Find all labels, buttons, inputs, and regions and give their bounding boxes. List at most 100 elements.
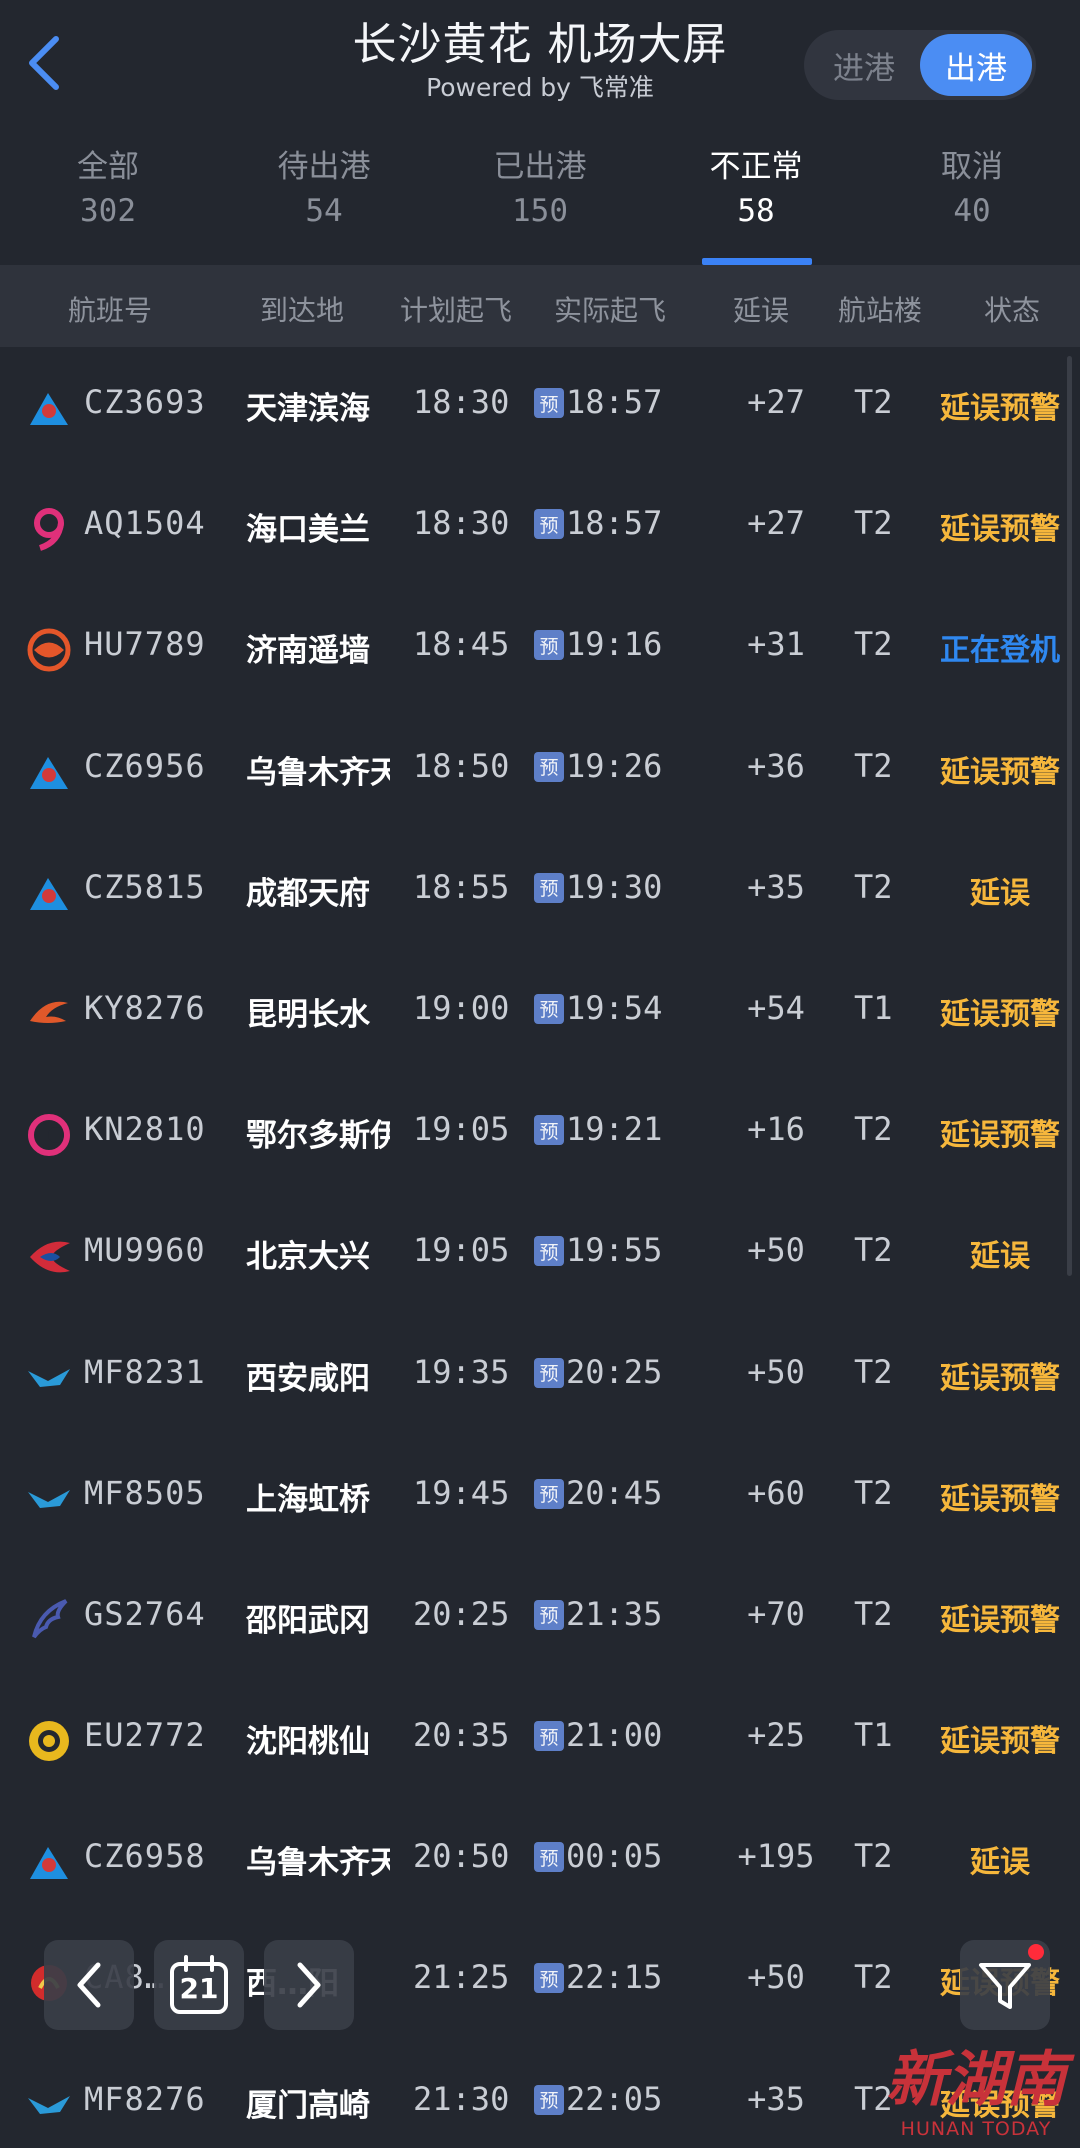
estimated-tag: 预 — [534, 1478, 564, 1509]
flight-number: CZ3693 — [84, 383, 206, 421]
actual-time: 20:25 — [566, 1352, 663, 1391]
tab-count: 150 — [512, 193, 568, 229]
scheduled-time: 18:55 — [413, 867, 510, 906]
estimated-tag: 预 — [534, 2084, 564, 2115]
xiamen-air-logo-icon — [26, 1476, 72, 1522]
terminal: T2 — [854, 625, 893, 664]
destination: 海口美兰 — [246, 512, 370, 549]
delay-minutes: +35 — [747, 2079, 805, 2118]
flight-row[interactable]: HU7789 济南遥墙 18:45 19:16 +31 T2 正在登机 预 — [0, 589, 1080, 710]
estimated-tag: 预 — [534, 509, 564, 540]
scheduled-time: 20:35 — [413, 1716, 510, 1755]
scheduled-time: 18:30 — [413, 504, 510, 543]
flight-row[interactable]: CZ6958 乌鲁木齐天 20:50 00:05 +195 T2 延误 预 — [0, 1801, 1080, 1922]
flight-row[interactable]: MF8231 西安咸阳 19:35 20:25 +50 T2 延误预警 预 — [0, 1317, 1080, 1438]
delay-minutes: +54 — [747, 988, 805, 1027]
flight-row[interactable]: MF8505 上海虹桥 19:45 20:45 +60 T2 延误预警 预 — [0, 1438, 1080, 1559]
flight-number: MF8276 — [84, 2079, 206, 2118]
delay-minutes: +50 — [747, 1352, 805, 1391]
calendar-date: 21 — [179, 1972, 219, 2005]
tab-label: 全部 — [77, 149, 139, 185]
next-day-button[interactable] — [264, 1940, 354, 2030]
flight-status: 延误预警 — [940, 1724, 1060, 1760]
flight-number: CZ6956 — [84, 746, 206, 785]
destination: 鄂尔多斯伊 — [246, 1118, 390, 1155]
estimated-tag: 预 — [534, 1842, 564, 1873]
active-tab-indicator — [702, 258, 812, 265]
flight-number: AQ1504 — [84, 504, 206, 543]
table-header: 航班号 到达地 计划起飞 实际起飞 延误 航站楼 状态 — [0, 265, 1080, 347]
filter-badge-dot — [1028, 1944, 1044, 1960]
scheduled-time: 19:45 — [413, 1473, 510, 1512]
actual-time: 22:05 — [566, 2079, 663, 2118]
china-southern-logo-icon — [26, 749, 72, 795]
flight-status: 延误 — [970, 875, 1030, 911]
grand-china-logo-icon — [26, 1597, 72, 1643]
delay-minutes: +27 — [747, 504, 805, 543]
xiamen-air-logo-icon — [26, 2082, 72, 2128]
column-header-scheduled: 计划起飞 — [400, 294, 513, 327]
calendar-button[interactable]: 21 — [154, 1940, 244, 2030]
flight-number: GS2764 — [84, 1594, 206, 1633]
destination: 济南遥墙 — [246, 633, 370, 670]
scheduled-time: 19:00 — [413, 988, 510, 1027]
depart-toggle-button[interactable]: 出港 — [920, 34, 1032, 96]
china-southern-logo-icon — [26, 385, 72, 431]
terminal: T2 — [854, 1594, 893, 1633]
tab-all[interactable]: 全部 302 — [0, 135, 216, 265]
tab-departed[interactable]: 已出港 150 — [432, 135, 648, 265]
delay-minutes: +16 — [747, 1110, 805, 1149]
flight-row[interactable]: KN2810 鄂尔多斯伊 19:05 19:21 +16 T2 延误预警 预 — [0, 1074, 1080, 1195]
column-header-delay: 延误 — [733, 294, 790, 327]
tab-abnormal[interactable]: 不正常 58 — [648, 135, 864, 265]
terminal: T2 — [854, 1110, 893, 1149]
flight-row[interactable]: CZ6956 乌鲁木齐天 18:50 19:26 +36 T2 延误预警 预 — [0, 711, 1080, 832]
arrive-toggle-button[interactable]: 进港 — [808, 34, 920, 96]
flight-number: MF8505 — [84, 1473, 206, 1512]
flight-number: HU7789 — [84, 625, 206, 664]
scheduled-time: 18:30 — [413, 383, 510, 421]
tab-label: 取消 — [941, 149, 1003, 185]
tab-pending[interactable]: 待出港 54 — [216, 135, 432, 265]
delay-minutes: +27 — [747, 383, 805, 421]
flight-row[interactable]: EU2772 沈阳桃仙 20:35 21:00 +25 T1 延误预警 预 — [0, 1680, 1080, 1801]
flight-row[interactable]: MU9960 北京大兴 19:05 19:55 +50 T2 延误 预 — [0, 1195, 1080, 1316]
terminal: T2 — [854, 1473, 893, 1512]
flight-row[interactable]: GS2764 邵阳武冈 20:25 21:35 +70 T2 延误预警 预 — [0, 1559, 1080, 1680]
filter-button[interactable] — [960, 1940, 1050, 2030]
estimated-tag: 预 — [534, 630, 564, 661]
flight-row[interactable]: CZ3693 天津滨海 18:30 18:57 +27 T2 延误预警 预 — [0, 347, 1080, 468]
actual-time: 18:57 — [566, 504, 663, 543]
watermark-sub: HUNAN TODAY — [900, 2118, 1052, 2140]
actual-time: 00:05 — [566, 1837, 663, 1876]
estimated-tag: 预 — [534, 993, 564, 1024]
estimated-tag: 预 — [534, 1357, 564, 1388]
flight-row[interactable]: AQ1504 海口美兰 18:30 18:57 +27 T2 延误预警 预 — [0, 468, 1080, 589]
top-bar: 长沙黄花 机场大屏 Powered by 飞常准 进港 出港 — [0, 0, 1080, 130]
hainan-9air-logo-icon — [26, 506, 72, 552]
actual-time: 19:55 — [566, 1231, 663, 1270]
column-header-status: 状态 — [984, 294, 1041, 327]
delay-minutes: +60 — [747, 1473, 805, 1512]
delay-minutes: +25 — [747, 1716, 805, 1755]
watermark-main: 新湖南 — [886, 2045, 1066, 2115]
actual-time: 22:15 — [566, 1958, 663, 1997]
tab-cancelled[interactable]: 取消 40 — [864, 135, 1080, 265]
destination: 乌鲁木齐天 — [246, 754, 390, 791]
flight-row[interactable]: KY8276 昆明长水 19:00 19:54 +54 T1 延误预警 预 — [0, 953, 1080, 1074]
prev-day-button[interactable] — [44, 1940, 134, 2030]
actual-time: 19:16 — [566, 625, 663, 664]
actual-time: 19:54 — [566, 988, 663, 1027]
column-header-flight: 航班号 — [68, 294, 153, 327]
column-header-actual: 实际起飞 — [554, 294, 667, 327]
flight-status: 延误预警 — [940, 754, 1060, 790]
destination: 成都天府 — [246, 875, 370, 912]
flight-status: 延误预警 — [940, 1360, 1060, 1396]
terminal: T1 — [854, 988, 893, 1027]
xiamen-air-logo-icon — [26, 1355, 72, 1401]
delay-minutes: +50 — [747, 1231, 805, 1270]
scrollbar[interactable] — [1067, 356, 1072, 1276]
destination: 厦门高崎 — [246, 2087, 370, 2124]
terminal: T2 — [854, 504, 893, 543]
flight-row[interactable]: CZ5815 成都天府 18:55 19:30 +35 T2 延误 预 — [0, 832, 1080, 953]
